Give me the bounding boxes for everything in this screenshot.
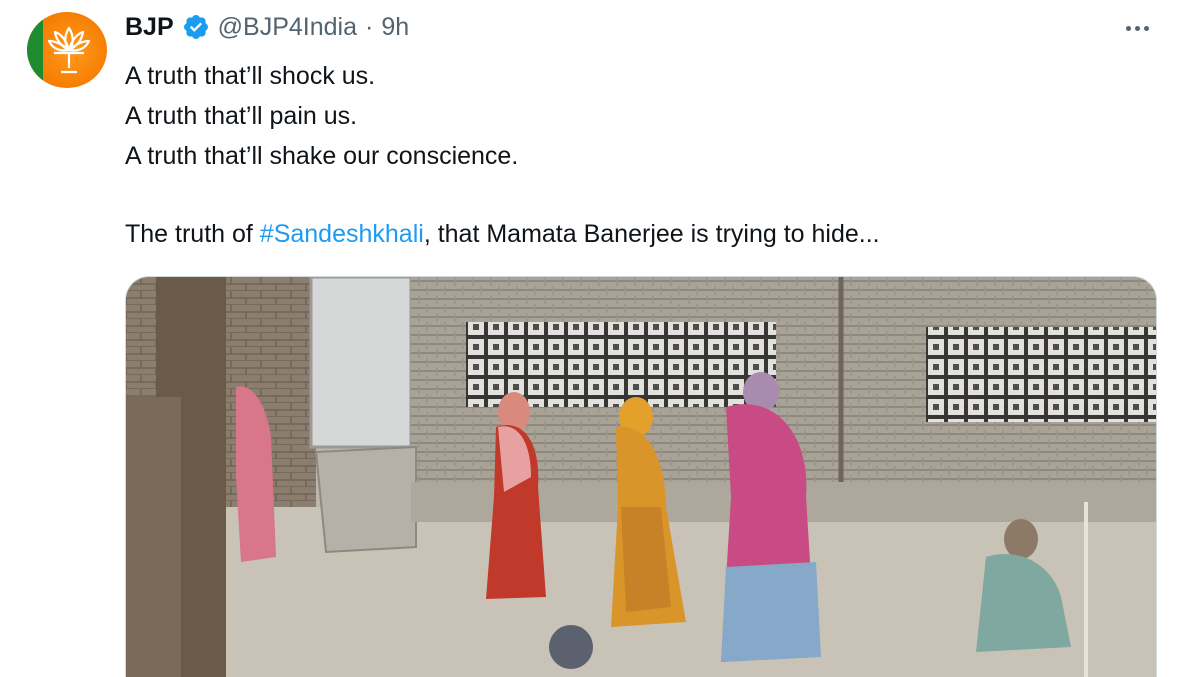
more-options-icon[interactable] [1117, 14, 1157, 42]
hashtag-link[interactable]: #Sandeshkhali [260, 220, 424, 248]
tweet-text: A truth that’ll shock us. A truth that’l… [125, 56, 880, 254]
final-prefix: The truth of [125, 220, 260, 248]
tweet-media-image[interactable] [125, 276, 1157, 677]
more-dot [1134, 25, 1140, 31]
tweet-header: BJP @BJP4India · 9h [125, 10, 409, 44]
bjp-lotus-logo-icon [47, 26, 91, 74]
tweet-line: A truth that’ll shock us. [125, 62, 376, 90]
tweet-final-line: The truth of #Sandeshkhali, that Mamata … [125, 214, 880, 254]
author-name[interactable]: BJP [125, 13, 174, 42]
more-dot [1125, 25, 1131, 31]
author-handle[interactable]: @BJP4India [218, 13, 357, 42]
separator-dot: · [364, 12, 374, 41]
more-dot [1143, 25, 1149, 31]
timestamp[interactable]: 9h [381, 13, 409, 42]
verified-badge-icon [183, 15, 208, 39]
avatar[interactable] [27, 12, 107, 88]
final-suffix: , that Mamata Banerjee is trying to hide… [423, 220, 880, 248]
village-scene-photo [126, 277, 1156, 677]
tweet-line: A truth that’ll shake our conscience. [125, 142, 519, 170]
tweet-line: A truth that’ll pain us. [125, 102, 358, 130]
avatar-green-band [27, 12, 43, 88]
